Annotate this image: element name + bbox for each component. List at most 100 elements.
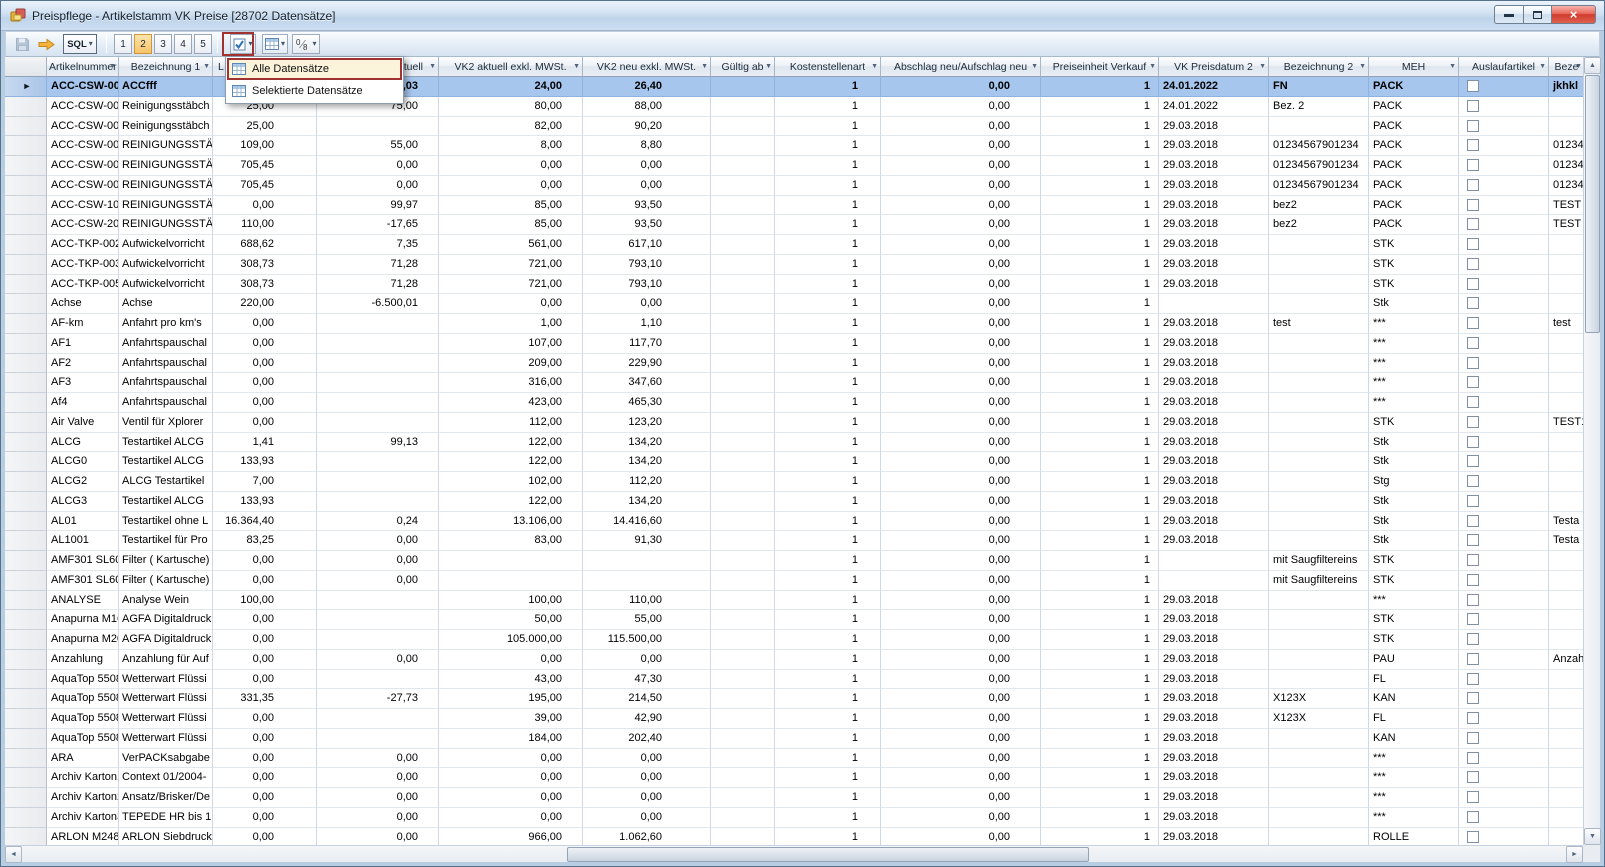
row-indicator[interactable]: [5, 729, 47, 749]
cell-bezeichnung1[interactable]: Wetterwart Flüssi: [119, 729, 213, 749]
cell-bezeichnung2[interactable]: 01234567901234: [1269, 156, 1369, 176]
cell-auslaufartikel[interactable]: [1459, 156, 1549, 176]
cell-vk2_aktuell[interactable]: 50,00: [439, 610, 583, 630]
cell-kostenstellenart[interactable]: 1: [775, 472, 881, 492]
cell-col3[interactable]: 0,00: [213, 373, 317, 393]
cell-preiseinheit[interactable]: 1: [1041, 689, 1159, 709]
filter-dropdown-icon[interactable]: ▼: [1259, 63, 1266, 71]
cell-bezeichnung2[interactable]: [1269, 373, 1369, 393]
cell-gueltig_ab[interactable]: [711, 492, 775, 512]
cell-kostenstellenart[interactable]: 1: [775, 373, 881, 393]
table-row[interactable]: AF2Anfahrtspauschal0,00209,00229,9010,00…: [5, 354, 1585, 374]
cell-vk2_aktuell[interactable]: 85,00: [439, 215, 583, 235]
cell-meh[interactable]: ***: [1369, 808, 1459, 828]
cell-kostenstellenart[interactable]: 1: [775, 709, 881, 729]
cell-gueltig_ab[interactable]: [711, 136, 775, 156]
cell-vk2_aktuell[interactable]: 112,00: [439, 413, 583, 433]
cell-bezeichnung1[interactable]: REINIGUNGSSTÄ: [119, 136, 213, 156]
cell-gueltig_ab[interactable]: [711, 294, 775, 314]
cell-bezeichnung1[interactable]: Anfahrtspauschal: [119, 393, 213, 413]
cell-vk2_aktuell[interactable]: 0,00: [439, 788, 583, 808]
row-indicator[interactable]: [5, 749, 47, 769]
cell-gueltig_ab[interactable]: [711, 768, 775, 788]
cell-bezeichnung1[interactable]: Testartikel ohne L: [119, 512, 213, 532]
cell-auslaufartikel[interactable]: [1459, 630, 1549, 650]
cell-artikelnummer[interactable]: ACC-CSW-001: [47, 77, 119, 97]
cell-artikelnummer[interactable]: Achse: [47, 294, 119, 314]
cell-beze[interactable]: [1549, 630, 1585, 650]
cell-vk2_aktuell[interactable]: 122,00: [439, 492, 583, 512]
cell-vk2_neu[interactable]: 0,00: [583, 294, 711, 314]
cell-vk_preisdatum2[interactable]: 29.03.2018: [1159, 788, 1269, 808]
cell-artikelnummer[interactable]: AF3: [47, 373, 119, 393]
filter-dropdown-icon[interactable]: ▼: [1539, 63, 1546, 71]
cell-auslaufartikel[interactable]: [1459, 275, 1549, 295]
cell-meh[interactable]: ***: [1369, 354, 1459, 374]
cell-artikelnummer[interactable]: Archiv Karton2: [47, 788, 119, 808]
cell-col4[interactable]: 0,24: [317, 512, 439, 532]
cell-bezeichnung1[interactable]: REINIGUNGSSTÄ: [119, 215, 213, 235]
save-button[interactable]: [11, 34, 33, 54]
cell-col4[interactable]: [317, 334, 439, 354]
table-row[interactable]: AMF301 SL60Filter ( Kartusche)0,000,0010…: [5, 551, 1585, 571]
cell-kostenstellenart[interactable]: 1: [775, 314, 881, 334]
cell-col4[interactable]: [317, 610, 439, 630]
row-indicator[interactable]: [5, 314, 47, 334]
auslaufartikel-checkbox[interactable]: [1467, 791, 1479, 803]
row-indicator[interactable]: [5, 373, 47, 393]
cell-kostenstellenart[interactable]: 1: [775, 670, 881, 690]
cell-artikelnummer[interactable]: ACC-CSW-001-3: [47, 156, 119, 176]
cell-vk2_aktuell[interactable]: 1,00: [439, 314, 583, 334]
cell-gueltig_ab[interactable]: [711, 334, 775, 354]
cell-bezeichnung2[interactable]: [1269, 334, 1369, 354]
scroll-right-button[interactable]: ►: [1566, 846, 1583, 863]
cell-col4[interactable]: [317, 729, 439, 749]
cell-gueltig_ab[interactable]: [711, 788, 775, 808]
column-header-bezeichnung1[interactable]: Bezeichnung 1▼: [119, 57, 213, 77]
cell-bezeichnung1[interactable]: Aufwickelvorricht: [119, 235, 213, 255]
cell-vk2_aktuell[interactable]: 316,00: [439, 373, 583, 393]
cell-auslaufartikel[interactable]: [1459, 709, 1549, 729]
auslaufartikel-checkbox[interactable]: [1467, 80, 1479, 92]
cell-artikelnummer[interactable]: AquaTop 5508-5: [47, 729, 119, 749]
cell-beze[interactable]: [1549, 373, 1585, 393]
cell-preiseinheit[interactable]: 1: [1041, 749, 1159, 769]
auslaufartikel-checkbox[interactable]: [1467, 258, 1479, 270]
maximize-button[interactable]: [1523, 5, 1551, 24]
cell-bezeichnung2[interactable]: Bez. 2: [1269, 97, 1369, 117]
column-header-auslaufartikel[interactable]: Auslaufartikel▼: [1459, 57, 1549, 77]
cell-vk2_neu[interactable]: 0,00: [583, 808, 711, 828]
cell-beze[interactable]: Testa: [1549, 531, 1585, 551]
filter-dropdown-icon[interactable]: ▼: [573, 63, 580, 71]
cell-col4[interactable]: [317, 492, 439, 512]
row-indicator[interactable]: [5, 650, 47, 670]
cell-meh[interactable]: PACK: [1369, 117, 1459, 137]
auslaufartikel-checkbox[interactable]: [1467, 594, 1479, 606]
cell-meh[interactable]: STK: [1369, 571, 1459, 591]
sql-dropdown-button[interactable]: SQL ▾: [63, 34, 97, 54]
cell-artikelnummer[interactable]: ACC-CSW-001a1: [47, 117, 119, 137]
cell-col3[interactable]: 0,00: [213, 729, 317, 749]
cell-gueltig_ab[interactable]: [711, 314, 775, 334]
table-row[interactable]: Anapurna M2050AGFA Digitaldruck0,00105.0…: [5, 630, 1585, 650]
cell-auslaufartikel[interactable]: [1459, 650, 1549, 670]
cell-beze[interactable]: TEST1: [1549, 413, 1585, 433]
cell-bezeichnung1[interactable]: Ansatz/Brisker/De: [119, 788, 213, 808]
auslaufartikel-checkbox[interactable]: [1467, 732, 1479, 744]
cell-auslaufartikel[interactable]: [1459, 670, 1549, 690]
cell-preiseinheit[interactable]: 1: [1041, 393, 1159, 413]
cell-preiseinheit[interactable]: 1: [1041, 551, 1159, 571]
cell-bezeichnung1[interactable]: Anfahrtspauschal: [119, 354, 213, 374]
cell-artikelnummer[interactable]: ANALYSE: [47, 591, 119, 611]
cell-preiseinheit[interactable]: 1: [1041, 709, 1159, 729]
cell-meh[interactable]: ***: [1369, 788, 1459, 808]
cell-preiseinheit[interactable]: 1: [1041, 97, 1159, 117]
cell-vk2_aktuell[interactable]: 80,00: [439, 97, 583, 117]
cell-gueltig_ab[interactable]: [711, 630, 775, 650]
filter-dropdown-icon[interactable]: ▼: [1149, 63, 1156, 71]
cell-preiseinheit[interactable]: 1: [1041, 788, 1159, 808]
cell-artikelnummer[interactable]: Air Valve: [47, 413, 119, 433]
cell-abschlag[interactable]: 0,00: [881, 630, 1041, 650]
cell-kostenstellenart[interactable]: 1: [775, 294, 881, 314]
cell-vk2_aktuell[interactable]: 122,00: [439, 433, 583, 453]
